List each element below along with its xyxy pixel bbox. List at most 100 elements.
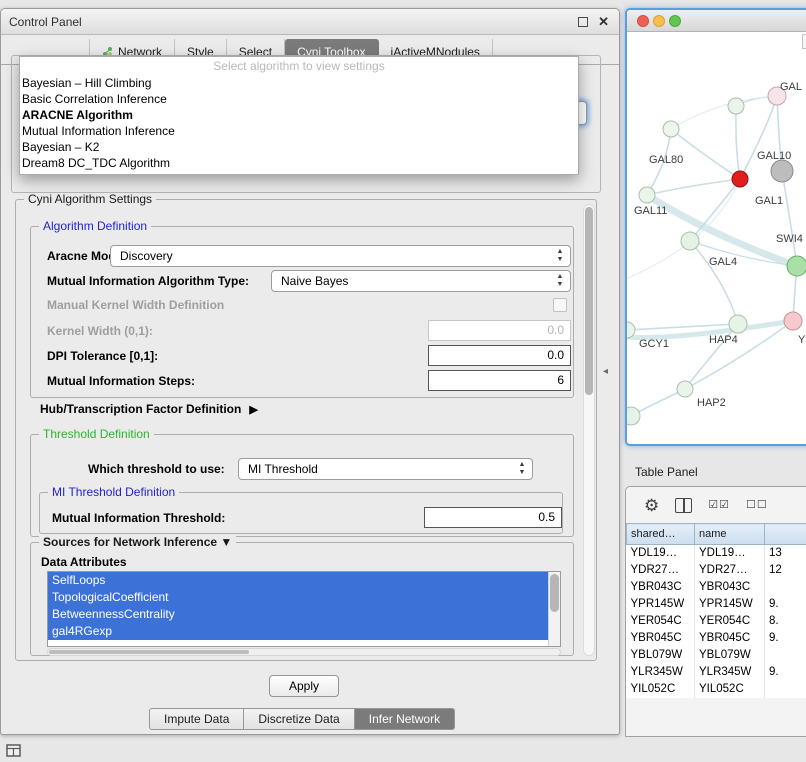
table-cell[interactable]: YBR045C — [627, 630, 695, 647]
table-cell[interactable] — [765, 647, 806, 664]
table-cell[interactable]: YIL052C — [627, 681, 695, 698]
table-row[interactable]: YBL079WYBL079W — [627, 647, 806, 664]
table-row[interactable]: YDR27…YDR27…12 — [627, 562, 806, 579]
network-node[interactable] — [729, 315, 747, 333]
expanded-arrow-icon[interactable]: ▼ — [220, 535, 232, 549]
table-cell[interactable]: YDL19… — [627, 545, 695, 562]
table-row[interactable]: YIL052CYIL052C — [627, 681, 806, 698]
table-cell[interactable] — [765, 681, 806, 698]
mi-type-select[interactable]: Naive Bayes ▲▼ — [271, 270, 571, 292]
algorithm-option[interactable]: Mutual Information Inference — [20, 123, 578, 139]
zoom-traffic-light[interactable] — [669, 15, 681, 27]
table-row[interactable]: YDL19…YDL19…13 — [627, 545, 806, 562]
network-node[interactable] — [663, 121, 679, 137]
control-panel-titlebar[interactable]: Control Panel ✕ — [1, 9, 619, 35]
attribute-list-item[interactable]: BetweennessCentrality — [48, 606, 548, 623]
select-all-icon[interactable]: ☑☑ — [708, 499, 730, 511]
minimize-traffic-light[interactable] — [653, 15, 665, 27]
table-row[interactable]: YBR045CYBR045C9. — [627, 630, 806, 647]
table-cell[interactable]: 12 — [765, 562, 806, 579]
table-cell[interactable]: YDR27… — [627, 562, 695, 579]
column-header-name[interactable]: name — [695, 524, 765, 545]
tab-discretize-data[interactable]: Discretize Data — [243, 708, 354, 730]
table-row[interactable]: YLR345WYLR345W9. — [627, 664, 806, 681]
algorithm-option[interactable]: Bayesian – Hill Climbing — [20, 75, 578, 91]
table-cell[interactable]: YBR045C — [695, 630, 765, 647]
tab-infer-network[interactable]: Infer Network — [354, 708, 455, 730]
minimized-panel-icon[interactable] — [6, 744, 21, 762]
float-window-icon[interactable] — [578, 17, 588, 27]
table-row[interactable]: YBR043CYBR043C — [627, 579, 806, 596]
network-edge[interactable] — [647, 179, 740, 195]
attribute-list-item[interactable]: gal4RGexp — [48, 623, 548, 640]
table-cell[interactable]: YBR043C — [627, 579, 695, 596]
apply-button[interactable]: Apply — [269, 675, 339, 697]
attribute-list-item[interactable]: TopologicalCoefficient — [48, 589, 548, 606]
attributes-scrollbar-thumb[interactable] — [550, 574, 559, 612]
network-node[interactable] — [771, 160, 793, 182]
network-node[interactable] — [627, 407, 640, 425]
network-node[interactable] — [784, 312, 802, 330]
algorithm-option[interactable]: Bayesian – K2 — [20, 139, 578, 155]
network-node[interactable] — [787, 256, 806, 276]
column-header-shared-name[interactable]: shared… — [627, 524, 695, 545]
network-scrollbar-corner[interactable] — [802, 34, 806, 49]
table-cell[interactable]: 13 — [765, 545, 806, 562]
deselect-all-icon[interactable]: ☐☐ — [746, 499, 768, 511]
attributes-hscrollbar-thumb[interactable] — [49, 650, 249, 654]
attributes-hscrollbar[interactable] — [47, 648, 561, 656]
settings-scrollbar[interactable] — [583, 204, 595, 656]
table-cell[interactable]: YDL19… — [695, 545, 765, 562]
table-cell[interactable]: YBL079W — [627, 647, 695, 664]
network-edge[interactable] — [736, 106, 740, 179]
table-cell[interactable]: 9. — [765, 630, 806, 647]
table-cell[interactable]: YDR27… — [695, 562, 765, 579]
table-row[interactable]: YPR145WYPR145W9. — [627, 596, 806, 613]
splitter-collapse-icon[interactable]: ◂ — [603, 366, 608, 377]
aracne-mode-select[interactable]: Discovery ▲▼ — [110, 245, 571, 267]
network-node[interactable] — [681, 232, 699, 250]
table-cell[interactable] — [765, 579, 806, 596]
table-cell[interactable]: YLR345W — [695, 664, 765, 681]
table-cell[interactable]: YPR145W — [627, 596, 695, 613]
network-edge[interactable] — [782, 171, 797, 266]
settings-scrollbar-thumb[interactable] — [585, 207, 593, 395]
mi-steps-field[interactable]: 6 — [428, 370, 571, 391]
network-edge[interactable] — [671, 96, 777, 129]
table-cell[interactable]: 8. — [765, 613, 806, 630]
close-icon[interactable]: ✕ — [598, 15, 609, 28]
table-cell[interactable]: YBR043C — [695, 579, 765, 596]
column-header-clipped[interactable] — [765, 524, 806, 545]
table-cell[interactable]: YBL079W — [695, 647, 765, 664]
column-selector-icon[interactable] — [675, 498, 692, 513]
algorithm-option[interactable]: Basic Correlation Inference — [20, 91, 578, 107]
table-cell[interactable]: 9. — [765, 664, 806, 681]
manual-kernel-checkbox[interactable] — [553, 298, 567, 312]
table-cell[interactable]: YER054C — [627, 613, 695, 630]
algorithm-option[interactable]: Dream8 DC_TDC Algorithm — [20, 155, 578, 171]
hub-transcription-section[interactable]: Hub/Transcription Factor Definition▶ — [40, 402, 258, 416]
table-row[interactable]: YER054CYER054C8. — [627, 613, 806, 630]
algorithm-option[interactable]: ARACNE Algorithm — [20, 107, 578, 123]
attributes-scrollbar[interactable] — [548, 572, 560, 646]
close-traffic-light[interactable] — [637, 15, 649, 27]
attribute-list-item[interactable]: SelfLoops — [48, 572, 548, 589]
kernel-width-field[interactable]: 0.0 — [428, 320, 571, 341]
table-cell[interactable]: YIL052C — [695, 681, 765, 698]
collapsed-arrow-icon[interactable]: ▶ — [249, 404, 257, 416]
network-titlebar[interactable] — [627, 10, 806, 32]
network-node[interactable] — [728, 98, 744, 114]
network-canvas[interactable]: GALGAL80GAL10GAL11GAL1SWI4GAL4GCY1HAP4YH… — [627, 32, 806, 444]
mi-threshold-field[interactable]: 0.5 — [424, 507, 562, 528]
tab-impute-data[interactable]: Impute Data — [149, 708, 244, 730]
gear-icon[interactable]: ⚙ — [644, 497, 659, 514]
table-cell[interactable]: YLR345W — [627, 664, 695, 681]
sources-legend[interactable]: Sources for Network Inference ▼ — [39, 535, 236, 549]
table-cell[interactable]: 9. — [765, 596, 806, 613]
table-cell[interactable]: YER054C — [695, 613, 765, 630]
network-node[interactable] — [677, 381, 693, 397]
which-threshold-select[interactable]: MI Threshold ▲▼ — [238, 458, 533, 480]
data-attributes-list[interactable]: SelfLoopsTopologicalCoefficientBetweenne… — [47, 571, 561, 647]
network-node[interactable] — [732, 171, 748, 187]
table-cell[interactable]: YPR145W — [695, 596, 765, 613]
